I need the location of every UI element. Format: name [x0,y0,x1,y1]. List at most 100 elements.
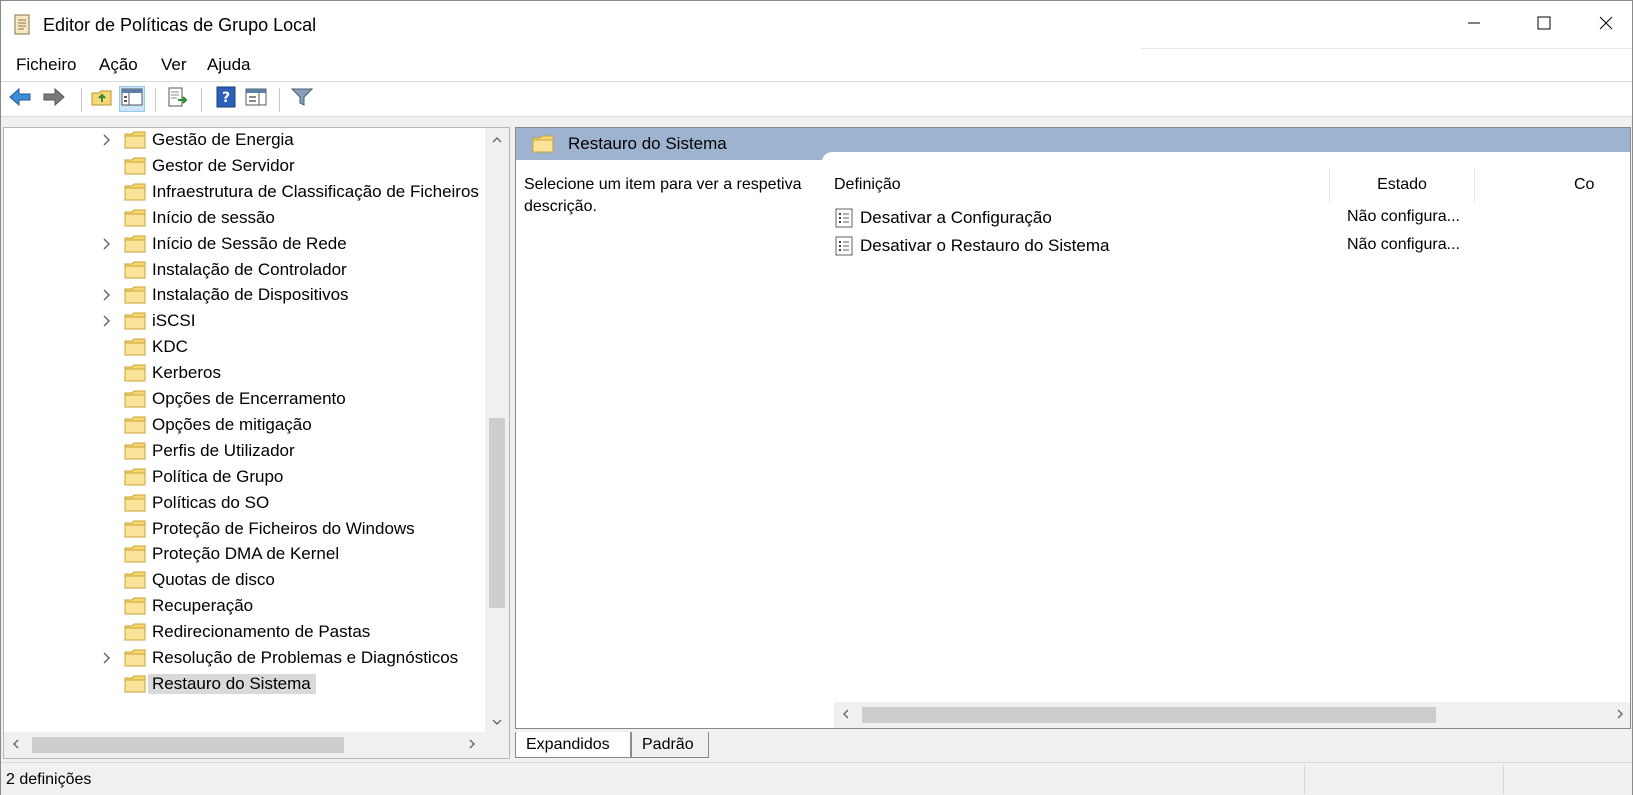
tree-item-label: Kerberos [152,363,221,383]
tree-item[interactable]: Proteção DMA de Kernel [4,541,484,568]
column-header-comment[interactable]: Co [1574,168,1630,202]
tree-item-label: Proteção DMA de Kernel [152,544,340,564]
properties-button[interactable] [243,86,269,112]
tree-item[interactable]: Gestor de Servidor [4,153,484,180]
tree-vertical-scrollbar[interactable] [485,128,509,732]
column-header-comment-label: Co [1574,176,1595,193]
scroll-right-button[interactable] [1608,702,1630,728]
tree-item[interactable]: KDC [4,334,484,361]
tree-item-label: Recuperação [152,596,254,616]
show-hide-tree-button[interactable] [119,86,145,112]
tree-item[interactable]: Infraestrutura de Classificação de Fiche… [4,179,484,206]
folder-icon [124,520,146,538]
menu-help[interactable]: Ajuda [207,55,250,75]
scroll-down-button[interactable] [485,710,509,732]
tree-item[interactable]: Proteção de Ficheiros do Windows [4,516,484,543]
tree-item[interactable]: Gestão de Energia [4,128,484,154]
expand-chevron-icon[interactable] [99,313,115,329]
policy-tree[interactable]: Gestão de Energia Gestor de Servidor Infra… [3,127,510,759]
tree-vertical-scroll-thumb[interactable] [489,418,505,608]
tree-item-label: Resolução de Problemas e Diagnósticos [152,648,459,667]
minimize-button[interactable] [1439,1,1509,49]
chevron-down-icon [492,712,502,730]
title-bar: Editor de Políticas de Grupo Local [1,1,1632,49]
policy-row[interactable]: Desativar a Configuração Não configura... [834,204,1630,232]
folder-icon [124,675,146,693]
folder-icon [124,131,146,149]
tree-item[interactable]: Políticas do SO [4,490,484,517]
tree-item-label: Perfis de Utilizador [152,440,295,460]
toolbar-separator [155,88,156,112]
column-header-definition[interactable]: Definição [834,168,1329,202]
folder-icon [124,494,146,512]
menu-view[interactable]: Ver [161,55,187,75]
up-folder-button[interactable] [89,86,115,112]
scroll-left-button[interactable] [4,732,28,758]
tree-item[interactable]: Redirecionamento de Pastas [4,619,484,646]
svg-text:?: ? [222,90,230,106]
expand-chevron-icon[interactable] [99,287,115,303]
tree-horizontal-scroll-thumb[interactable] [32,737,344,753]
details-horizontal-scroll-thumb[interactable] [862,707,1436,723]
tree-item[interactable]: Perfis de Utilizador [4,438,484,465]
policy-row[interactable]: Desativar o Restauro do Sistema Não confi… [834,232,1630,260]
scroll-right-button[interactable] [460,732,484,758]
folder-icon [124,157,146,175]
folder-icon [532,135,554,153]
details-horizontal-scrollbar[interactable] [834,702,1630,728]
tree-item-label: Opções de mitigação [152,414,312,434]
folder-icon [124,571,146,589]
forward-button[interactable] [41,86,67,112]
chevron-left-icon [13,736,19,754]
tree-item[interactable]: Opções de mitigação [4,412,484,439]
scroll-left-button[interactable] [834,702,858,728]
menu-file[interactable]: Ficheiro [16,55,76,75]
window-title: Editor de Políticas de Grupo Local [43,15,317,35]
tree-item[interactable]: Kerberos [4,360,484,387]
tree-item-label: Proteção de Ficheiros do Windows [152,518,415,538]
column-header-state[interactable]: Estado [1330,168,1474,202]
tree-item-label: Infraestrutura de Classificação de Fiche… [152,181,479,201]
help-button[interactable]: ? [213,86,239,112]
folder-icon [124,597,146,615]
tree-item[interactable]: Início de sessão [4,205,484,232]
tree-item[interactable]: Quotas de disco [4,567,484,594]
export-list-button[interactable] [165,86,191,112]
expand-chevron-icon[interactable] [99,650,115,666]
tree-item-label: Gestor de Servidor [152,155,295,175]
help-icon: ? [215,86,237,113]
chevron-left-icon [843,706,849,724]
maximize-button[interactable] [1509,1,1579,49]
tree-item[interactable]: Restauro do Sistema [4,671,484,698]
tree-item[interactable]: Resolução de Problemas e Diagnósticos [4,645,484,672]
tree-item[interactable]: Política de Grupo [4,464,484,491]
folder-icon [124,390,146,408]
close-button[interactable] [1579,1,1633,49]
chevron-right-icon [469,736,475,754]
tree-item[interactable]: Instalação de Controlador [4,257,484,284]
tab-expanded[interactable]: Expandidos [515,732,631,758]
expand-chevron-icon[interactable] [99,132,115,148]
tree-item-label: KDC [152,337,188,357]
tab-standard[interactable]: Padrão [631,732,709,758]
tree-item-label: Opções de Encerramento [152,389,346,408]
folder-icon [124,623,146,641]
tree-item-label: Políticas do SO [152,492,270,512]
menu-action[interactable]: Ação [99,55,138,75]
tree-item[interactable]: Início de Sessão de Rede [4,231,484,258]
back-button[interactable] [7,86,33,112]
tree-item[interactable]: Instalação de Dispositivos [4,282,484,309]
tree-item[interactable]: Opções de Encerramento [4,386,484,413]
scroll-up-button[interactable] [485,128,509,150]
folder-icon [124,183,146,201]
tree-item-label: Política de Grupo [152,466,284,486]
tree-item[interactable]: Recuperação [4,593,484,620]
column-divider[interactable] [1474,168,1475,202]
tree-item-label: Início de sessão [152,207,275,227]
tree-item[interactable]: iSCSI [4,308,484,335]
toolbar-separator [201,88,202,112]
folder-icon [124,468,146,486]
expand-chevron-icon[interactable] [99,236,115,252]
filter-button[interactable] [289,86,315,112]
tree-horizontal-scrollbar[interactable] [4,732,485,758]
